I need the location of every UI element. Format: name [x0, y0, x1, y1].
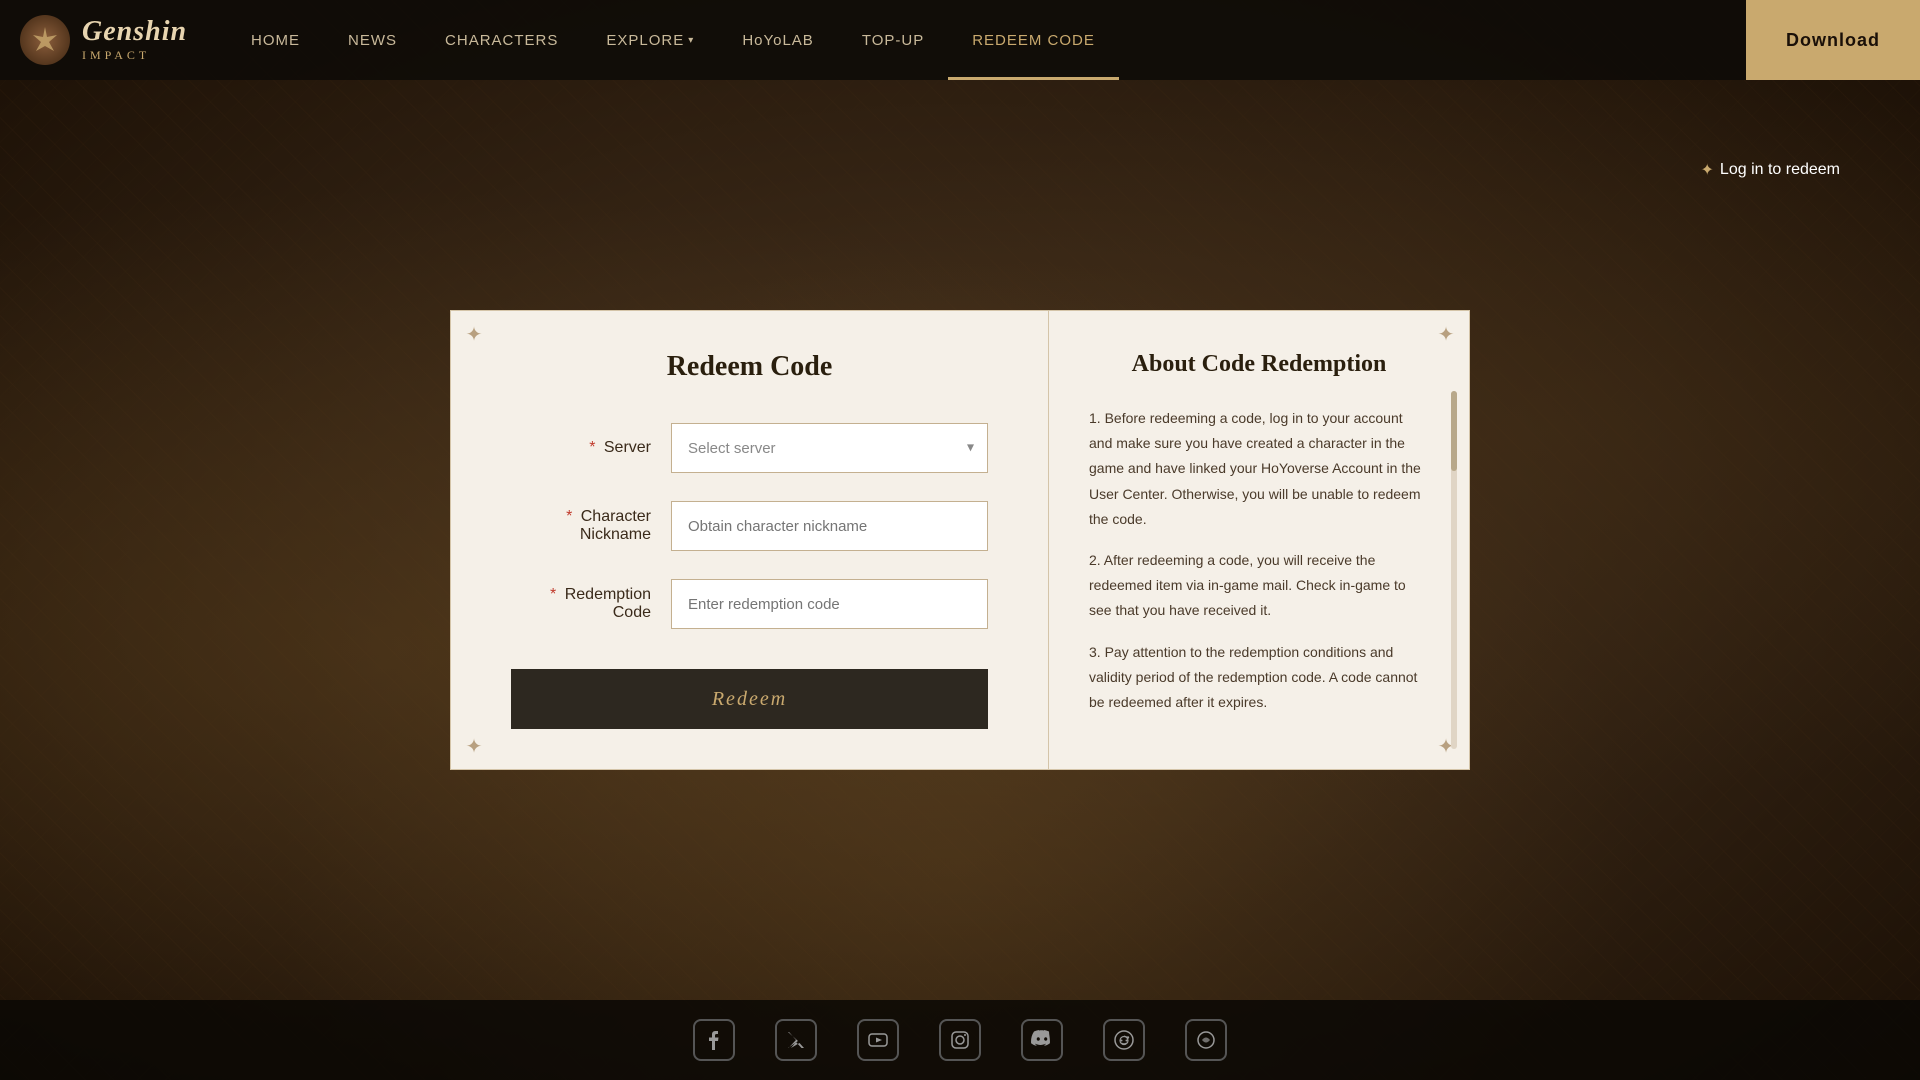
nav-links: HOME NEWS CHARACTERS EXPLORE ▾ HoYoLAB T…: [227, 0, 1814, 80]
social-twitter[interactable]: [775, 1019, 817, 1061]
code-label: * RedemptionCode: [511, 586, 671, 622]
nav-home[interactable]: HOME: [227, 0, 324, 80]
about-content: 1. Before redeeming a code, log in to yo…: [1089, 406, 1429, 726]
corner-decoration-bl: ✦: [459, 731, 489, 761]
server-select[interactable]: Select server America Europe Asia TW, HK…: [671, 423, 988, 473]
social-youtube[interactable]: [857, 1019, 899, 1061]
social-reddit[interactable]: [1103, 1019, 1145, 1061]
logo[interactable]: Genshin IMPACT: [20, 15, 187, 65]
footer: [0, 1000, 1920, 1080]
social-discord[interactable]: [1021, 1019, 1063, 1061]
scrollbar-thumb[interactable]: [1451, 391, 1457, 471]
social-facebook[interactable]: [693, 1019, 735, 1061]
nav-characters[interactable]: CHARACTERS: [421, 0, 582, 80]
nav-redeem-code[interactable]: REDEEM CODE: [948, 0, 1119, 80]
nickname-label: * CharacterNickname: [511, 508, 671, 544]
form-title: Redeem Code: [511, 351, 988, 383]
nav-explore[interactable]: EXPLORE ▾: [582, 0, 718, 80]
redeem-card: ✦ ✦ ✦ ✦ Redeem Code * Server Select serv…: [450, 310, 1470, 770]
nav-news[interactable]: NEWS: [324, 0, 421, 80]
login-to-redeem[interactable]: Log in to redeem: [1701, 160, 1840, 180]
server-select-wrapper: Select server America Europe Asia TW, HK…: [671, 423, 988, 473]
about-point-1: 1. Before redeeming a code, log in to yo…: [1089, 406, 1429, 532]
logo-text: Genshin IMPACT: [82, 18, 187, 63]
download-button[interactable]: Download: [1746, 0, 1920, 80]
required-marker: *: [550, 586, 556, 603]
code-group: * RedemptionCode: [511, 579, 988, 629]
about-title: About Code Redemption: [1089, 351, 1429, 378]
required-marker: *: [566, 508, 572, 525]
social-instagram[interactable]: [939, 1019, 981, 1061]
server-group: * Server Select server America Europe As…: [511, 423, 988, 473]
login-redeem-label: Log in to redeem: [1720, 161, 1840, 179]
logo-icon: [20, 15, 70, 65]
redeem-button[interactable]: Redeem: [511, 669, 988, 729]
nickname-group: * CharacterNickname: [511, 501, 988, 551]
chevron-down-icon: ▾: [688, 35, 694, 46]
social-hoyolab[interactable]: [1185, 1019, 1227, 1061]
nav-topup[interactable]: TOP-UP: [838, 0, 948, 80]
required-marker: *: [589, 439, 595, 456]
corner-decoration-tl: ✦: [459, 319, 489, 349]
logo-name: Genshin: [82, 18, 187, 46]
about-section: About Code Redemption 1. Before redeemin…: [1049, 311, 1469, 769]
nickname-input[interactable]: [671, 501, 988, 551]
code-input[interactable]: [671, 579, 988, 629]
logo-subtitle: IMPACT: [82, 48, 187, 63]
nav-hoyolab[interactable]: HoYoLAB: [718, 0, 838, 80]
about-point-3: 3. Pay attention to the redemption condi…: [1089, 640, 1429, 716]
server-label: * Server: [511, 439, 671, 457]
form-section: Redeem Code * Server Select server Ameri…: [451, 311, 1049, 769]
scrollbar-track[interactable]: [1451, 391, 1457, 749]
about-point-2: 2. After redeeming a code, you will rece…: [1089, 548, 1429, 624]
navbar: Genshin IMPACT HOME NEWS CHARACTERS EXPL…: [0, 0, 1920, 80]
